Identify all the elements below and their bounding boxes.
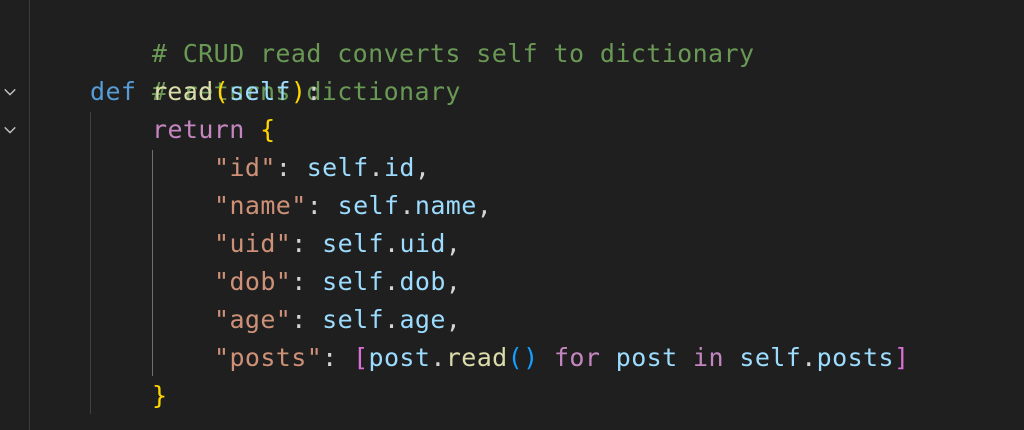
dict-key: "age" — [214, 305, 292, 334]
bracket-close: ] — [893, 343, 910, 372]
paren-close: ) — [290, 77, 307, 106]
code-line-1: # CRUD read converts self to dictionary — [90, 0, 754, 68]
in-keyword: in — [693, 343, 724, 372]
code-line-6: "name": self.name, — [214, 187, 492, 225]
attribute: name — [414, 191, 477, 220]
paren-open: ( — [213, 77, 230, 106]
dict-key: "dob" — [214, 267, 292, 296]
code-line-5: "id": self.id, — [214, 149, 430, 187]
dict-key: "uid" — [214, 229, 292, 258]
colon: : — [306, 191, 338, 220]
code-line-7: "uid": self.uid, — [214, 225, 461, 263]
code-line-10: "posts": [post.read() for post in self.p… — [214, 339, 909, 377]
attribute: uid — [399, 229, 446, 258]
code-line-8: "dob": self.dob, — [214, 263, 461, 301]
attribute: posts — [816, 343, 894, 372]
attribute: id — [383, 153, 415, 182]
object: self — [337, 191, 400, 220]
colon: : — [291, 229, 323, 258]
object: self — [322, 229, 384, 258]
colon: : — [291, 267, 323, 296]
comma: , — [414, 153, 431, 182]
loop-variable: post — [615, 343, 678, 372]
brace-open: { — [260, 115, 276, 144]
function-name: read — [151, 77, 214, 106]
chevron-down-icon[interactable] — [0, 82, 20, 102]
loop-variable: post — [368, 343, 431, 372]
brace-close: } — [152, 381, 168, 410]
chevron-down-icon[interactable] — [0, 120, 20, 140]
code-line-3: def read(self): — [90, 73, 322, 111]
for-keyword: for — [553, 343, 601, 372]
code-line-9: "age": self.age, — [214, 301, 461, 339]
return-keyword: return — [152, 115, 245, 144]
attribute: dob — [399, 267, 446, 296]
colon: : — [322, 343, 354, 372]
comma: , — [445, 267, 462, 296]
comma: , — [445, 229, 462, 258]
attribute: age — [399, 305, 446, 334]
indent-guide-active — [152, 150, 153, 376]
colon: : — [306, 77, 322, 106]
paren-close: ) — [523, 343, 539, 372]
object: self — [322, 267, 384, 296]
method-name: read — [445, 343, 508, 372]
code-line-2: # returns dictionary — [90, 35, 461, 106]
colon: : — [275, 153, 307, 182]
code-line-4: return { — [152, 111, 276, 149]
comma: , — [476, 191, 493, 220]
editor-gutter — [0, 0, 30, 430]
bracket-open: [ — [353, 343, 369, 372]
dict-key: "id" — [214, 153, 276, 182]
comma: , — [445, 305, 462, 334]
dot: . — [383, 305, 400, 334]
object: self — [322, 305, 384, 334]
paren-open: ( — [507, 343, 524, 372]
dot: . — [383, 267, 400, 296]
code-line-11: } — [152, 377, 167, 415]
dict-key: "name" — [214, 191, 307, 220]
dot: . — [430, 343, 446, 372]
dot: . — [399, 191, 415, 220]
param: self — [229, 77, 291, 106]
dot: . — [368, 153, 384, 182]
indent-guide — [90, 112, 91, 414]
def-keyword: def — [90, 77, 137, 106]
object: self — [306, 153, 369, 182]
object: self — [739, 343, 802, 372]
dict-key: "posts" — [214, 343, 323, 372]
code-editor[interactable]: # CRUD read converts self to dictionary … — [30, 0, 1024, 430]
dot: . — [383, 229, 400, 258]
dot: . — [801, 343, 817, 372]
colon: : — [291, 305, 323, 334]
